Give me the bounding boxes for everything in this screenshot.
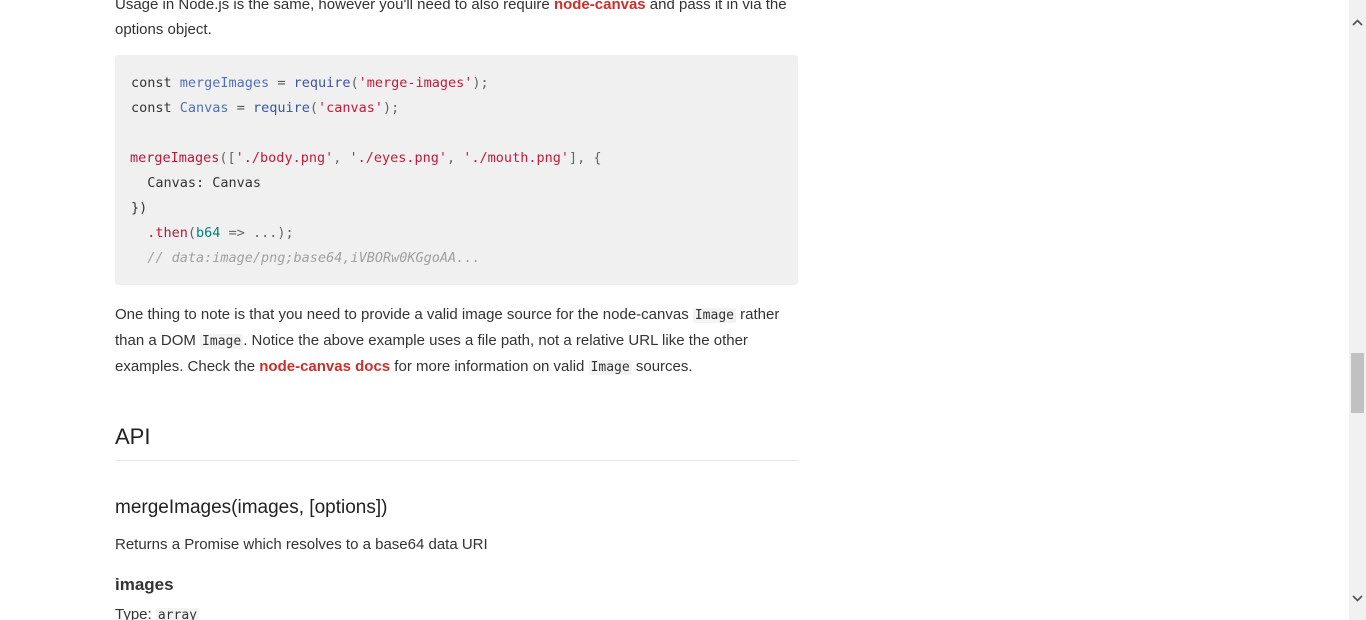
note-text-2: rather: [736, 306, 780, 323]
code-block: const mergeImages = require('merge-image…: [115, 55, 798, 285]
note-text-6: for more information on valid: [390, 358, 589, 375]
code-line-1: const mergeImages = require('merge-image…: [131, 75, 489, 91]
intro-paragraph: Usage in Node.js is the same, however yo…: [115, 0, 799, 42]
code-line-4: mergeImages(['./body.png', './eyes.png',…: [130, 150, 602, 166]
inline-code-image: Image: [588, 360, 632, 375]
intro-text-line2: options object.: [115, 21, 212, 38]
images-heading: images: [115, 575, 174, 594]
note-text-3: than a DOM: [115, 332, 201, 349]
node-canvas-docs-link[interactable]: node-canvas docs: [259, 358, 390, 375]
note-text-4: . Notice the above example uses a file p…: [243, 332, 748, 349]
api-heading: API: [115, 418, 799, 461]
type-value: array: [155, 608, 199, 620]
scroll-down-icon[interactable]: [1349, 590, 1366, 607]
inline-code-image: Image: [200, 334, 244, 349]
vertical-scrollbar[interactable]: [1349, 0, 1366, 620]
intro-text-suffix: and pass it in via the: [645, 0, 787, 13]
scroll-up-icon[interactable]: [1349, 14, 1366, 31]
inline-code-image: Image: [692, 308, 736, 323]
code-line-5: Canvas: Canvas: [131, 175, 262, 191]
note-text-7: sources.: [631, 358, 693, 375]
merge-images-function-title: mergeImages(images, [options]): [115, 497, 388, 518]
returns-description: Returns a Promise which resolves to a ba…: [115, 536, 488, 553]
code-line-6: }): [131, 200, 148, 216]
note-text-5: examples. Check the: [115, 358, 260, 375]
intro-text: Usage in Node.js is the same, however yo…: [115, 0, 554, 13]
images-type: Type: array: [115, 602, 799, 620]
note-text-1: One thing to note is that you need to pr…: [115, 306, 693, 323]
type-label: Type:: [115, 606, 156, 620]
note-paragraph: One thing to note is that you need to pr…: [115, 302, 799, 380]
code-line-2: const Canvas = require('canvas');: [131, 100, 400, 116]
code-line-8: // data:image/png;base64,iVBORw0KGgoAA..…: [131, 250, 481, 266]
node-canvas-link[interactable]: node-canvas: [554, 0, 646, 13]
scroll-thumb[interactable]: [1351, 353, 1364, 413]
code-line-7: .then(b64 => ...);: [147, 225, 294, 241]
